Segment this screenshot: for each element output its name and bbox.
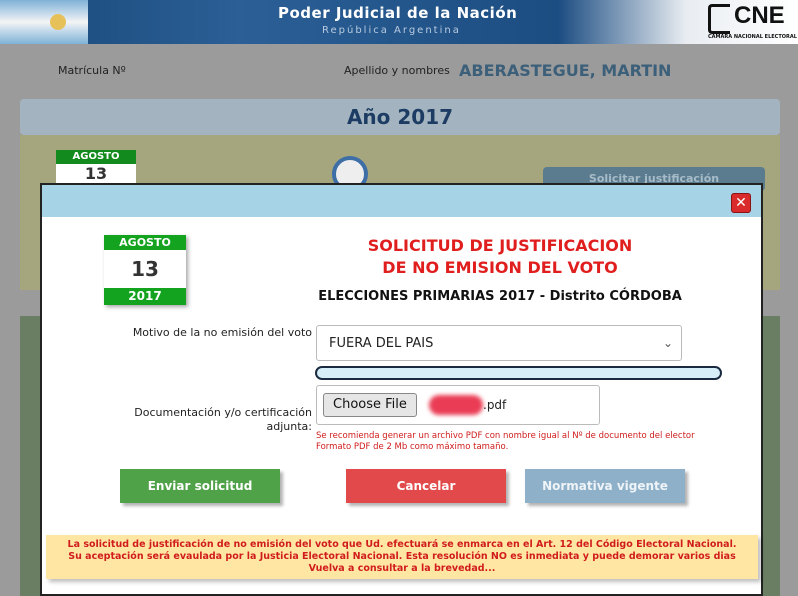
calendar-date: AGOSTO 13 2017 (104, 235, 186, 305)
close-icon[interactable]: ✕ (731, 193, 751, 213)
background-calendar-month: AGOSTO (56, 150, 136, 164)
legal-notice-line1: La solicitud de justificación de no emis… (67, 539, 737, 550)
enviar-solicitud-button[interactable]: Enviar solicitud (120, 469, 280, 503)
motivo-select[interactable]: FUERA DEL PAIS ⌄ (316, 325, 682, 361)
motivo-label: Motivo de la no emisión del voto (132, 326, 312, 339)
legal-notice-line2: Su aceptación será evaulada por la Justi… (68, 551, 736, 562)
sun-icon (50, 14, 66, 30)
documentacion-label: Documentación y/o certificación adjunta: (134, 406, 312, 433)
header-subtitle: República Argentina (322, 25, 461, 36)
cne-logo-mark (708, 4, 730, 34)
header-title: Poder Judicial de la Nación (278, 4, 518, 22)
calendar-year: 2017 (104, 288, 186, 305)
year-bar: Año 2017 (20, 99, 780, 135)
apellido-label: Apellido y nombres (344, 64, 450, 77)
file-hint-line1: Se recomienda generar un archivo PDF con… (316, 431, 695, 441)
modal-title-line2: DE NO EMISION DEL VOTO (382, 258, 618, 277)
cancel-button[interactable]: Cancelar (346, 469, 506, 503)
file-hint: Se recomienda generar un archivo PDF con… (316, 431, 736, 453)
legal-notice: La solicitud de justificación de no emis… (46, 535, 758, 579)
file-name: .pdf (483, 398, 507, 412)
elecciones-district: ELECCIONES PRIMARIAS 2017 - Distrito CÓR… (318, 289, 682, 304)
justification-modal: ✕ AGOSTO 13 2017 SOLICITUD DE JUSTIFICAC… (40, 183, 763, 596)
cne-logo: CNE CÁMARA NACIONAL ELECTORAL (708, 2, 797, 42)
year-title: Año 2017 (346, 105, 454, 129)
cne-logo-text: CNE (734, 2, 785, 29)
file-hint-line2: Formato PDF de 2 Mb como máximo tamaño. (316, 442, 509, 452)
motivo-selected-value: FUERA DEL PAIS (329, 336, 434, 351)
modal-title-line1: SOLICITUD DE JUSTIFICACION (367, 236, 633, 255)
header-banner: Poder Judicial de la Nación República Ar… (0, 0, 798, 44)
legal-notice-line3: Vuelva a consultar a la brevedad... (308, 563, 496, 574)
normativa-vigente-button[interactable]: Normativa vigente (525, 469, 685, 503)
chevron-down-icon: ⌄ (662, 336, 673, 350)
background-calendar-day: 13 (84, 164, 108, 183)
upload-progress-bar (315, 366, 722, 380)
calendar-month: AGOSTO (104, 235, 186, 250)
calendar-day: 13 (131, 257, 159, 281)
redacted-filename (429, 395, 483, 415)
cne-logo-subtitle: CÁMARA NACIONAL ELECTORAL (708, 34, 797, 40)
file-input[interactable]: Choose File .pdf (316, 385, 600, 425)
apellido-value: ABERASTEGUE, MARTIN (459, 61, 672, 80)
matricula-label: Matrícula Nº (58, 64, 126, 77)
argentina-flag (0, 0, 88, 44)
choose-file-button[interactable]: Choose File (323, 393, 417, 417)
modal-header: ✕ (42, 185, 761, 217)
